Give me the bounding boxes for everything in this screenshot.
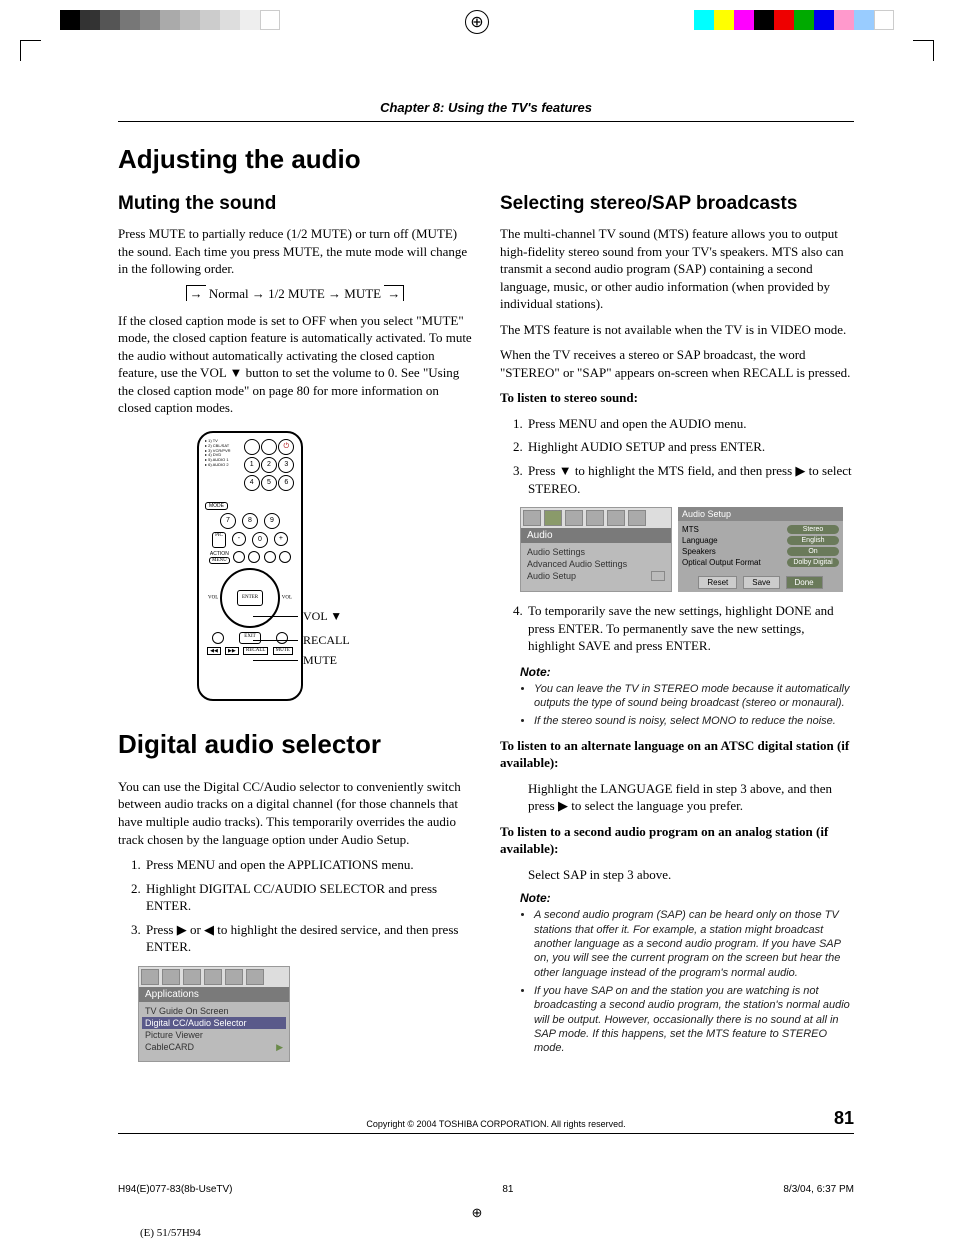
audio-menu-screenshots: Audio Audio Settings Advanced Audio Sett…	[520, 507, 854, 592]
digital-paragraph: You can use the Digital CC/Audio selecto…	[118, 778, 472, 848]
heading-digital-audio: Digital audio selector	[118, 729, 472, 760]
note-list-1: You can leave the TV in STEREO mode beca…	[524, 682, 854, 729]
callout-mute: MUTE	[303, 653, 337, 668]
copyright-text: Copyright © 2004 TOSHIBA CORPORATION. Al…	[158, 1119, 834, 1129]
digital-steps: Press MENU and open the APPLICATIONS men…	[118, 856, 472, 956]
print-job-info: H94(E)077-83(8b-UseTV) 81 8/3/04, 6:37 P…	[0, 1164, 954, 1199]
heading-muting: Muting the sound	[118, 193, 472, 215]
left-column: Muting the sound Press MUTE to partially…	[118, 193, 472, 1070]
stereo-steps-1: Press MENU and open the AUDIO menu. High…	[500, 415, 854, 497]
note-list-2: A second audio program (SAP) can be hear…	[524, 908, 854, 1055]
mute-flow-diagram: → Normal → 1/2 MUTE → MUTE →	[118, 286, 472, 302]
callout-recall: RECALL	[303, 633, 350, 648]
callout-vol: VOL ▼	[303, 609, 342, 624]
menu-tab-icon	[141, 969, 159, 985]
heading-stereo-sap: Selecting stereo/SAP broadcasts	[500, 193, 854, 215]
heading-adjusting-audio: Adjusting the audio	[118, 144, 854, 175]
applications-menu-screenshot: Applications TV Guide On Screen Digital …	[138, 966, 290, 1062]
subhead-second-audio: To listen to a second audio program on a…	[500, 823, 854, 858]
print-registration-marks: ⊕	[0, 0, 954, 40]
registration-mark-icon: ⊕	[465, 10, 489, 34]
muting-paragraph-2: If the closed caption mode is set to OFF…	[118, 312, 472, 417]
remote-control-figure: ▸ 1) TV▸ 2) CBL/SAT▸ 3) VCR/PVR▸ 4) DVD▸…	[118, 431, 472, 701]
page-number: 81	[834, 1108, 854, 1129]
muting-paragraph-1: Press MUTE to partially reduce (1/2 MUTE…	[118, 225, 472, 278]
truncated-model-id: (E) 51/57H94	[0, 1227, 954, 1239]
subhead-alt-language: To listen to an alternate language on an…	[500, 737, 854, 772]
note-heading: Note:	[520, 665, 854, 679]
subhead-listen-stereo: To listen to stereo sound:	[500, 389, 854, 407]
page-footer: Copyright © 2004 TOSHIBA CORPORATION. Al…	[118, 1104, 854, 1129]
right-column: Selecting stereo/SAP broadcasts The mult…	[500, 193, 854, 1070]
chapter-header: Chapter 8: Using the TV's features	[118, 100, 854, 115]
registration-mark-bottom: ⊕	[0, 1205, 954, 1221]
